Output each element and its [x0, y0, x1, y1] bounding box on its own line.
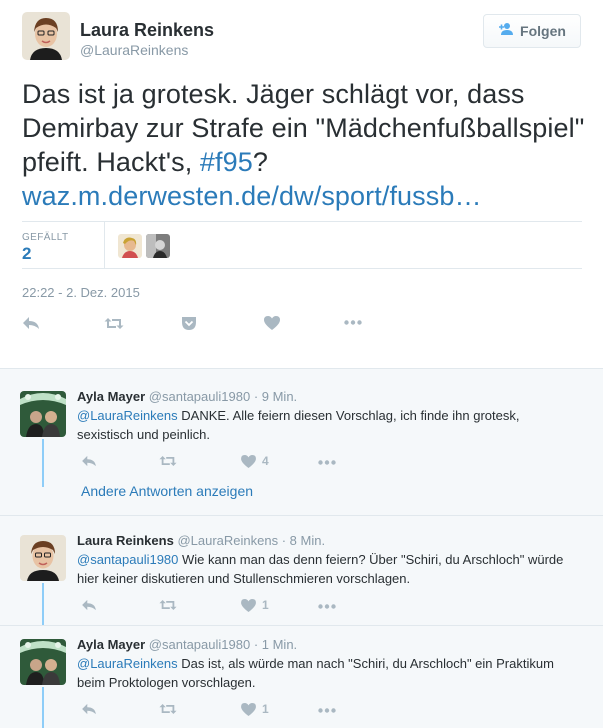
- follow-button[interactable]: Folgen: [483, 14, 581, 48]
- reply-avatar[interactable]: [20, 535, 66, 581]
- reply-icon: [82, 599, 96, 611]
- reply-header: Ayla Mayer @santapauli1980 · 1 Min.: [77, 637, 297, 652]
- more-button[interactable]: [344, 320, 362, 325]
- tweet-text: Das ist ja grotesk. Jäger schlägt vor, d…: [22, 77, 587, 213]
- reply-button[interactable]: [22, 316, 40, 330]
- follow-label: Folgen: [520, 23, 566, 39]
- author-avatar[interactable]: [22, 12, 70, 60]
- article-link[interactable]: waz.m.derwesten.de/dw/sport/fussb…: [22, 181, 482, 211]
- author-handle[interactable]: @LauraReinkens: [80, 42, 188, 58]
- more-icon: [318, 604, 336, 609]
- divider: [0, 515, 603, 516]
- more-icon: [344, 320, 362, 325]
- likes-count[interactable]: 2: [22, 244, 31, 264]
- reply-icon: [82, 703, 96, 715]
- thread-line: [42, 583, 44, 625]
- like-count: 4: [262, 454, 269, 468]
- divider: [22, 268, 582, 269]
- reply-author-handle[interactable]: @santapauli1980: [149, 637, 250, 652]
- reply-author-handle[interactable]: @LauraReinkens: [177, 533, 278, 548]
- reply-header: Laura Reinkens @LauraReinkens · 8 Min.: [77, 533, 325, 548]
- main-tweet: Laura Reinkens @LauraReinkens Folgen Das…: [0, 0, 603, 368]
- tweet-text-end: ?: [252, 147, 268, 177]
- more-button[interactable]: [318, 708, 336, 713]
- reply-text: @LauraReinkens DANKE. Alle feiern diesen…: [77, 406, 577, 444]
- reply-author-name[interactable]: Laura Reinkens: [77, 533, 174, 548]
- tweet-timestamp[interactable]: 22:22 - 2. Dez. 2015: [22, 285, 140, 300]
- reply-time[interactable]: · 8 Min.: [282, 533, 325, 548]
- reply-time[interactable]: · 1 Min.: [254, 637, 297, 652]
- reply-button[interactable]: [81, 599, 97, 611]
- mention-link[interactable]: @LauraReinkens: [77, 656, 178, 671]
- more-replies-link[interactable]: Andere Antworten anzeigen: [81, 483, 253, 499]
- author-name[interactable]: Laura Reinkens: [80, 20, 214, 41]
- pocket-button[interactable]: [181, 316, 197, 331]
- reply-icon: [23, 317, 39, 329]
- tweet-text-body: Das ist ja grotesk. Jäger schlägt vor, d…: [22, 79, 585, 177]
- pocket-icon: [182, 317, 196, 330]
- like-button[interactable]: 1: [241, 598, 269, 612]
- retweet-button[interactable]: [159, 599, 177, 611]
- reply-button[interactable]: [81, 703, 97, 715]
- divider: [104, 222, 105, 268]
- retweet-icon: [104, 318, 124, 329]
- reply-avatar[interactable]: [20, 639, 66, 685]
- like-count: 1: [262, 598, 269, 612]
- divider: [0, 625, 603, 626]
- liker-avatar[interactable]: [146, 234, 170, 258]
- reply-text: @santapauli1980 Wie kann man das denn fe…: [77, 550, 577, 588]
- more-icon: [318, 708, 336, 713]
- heart-icon: [241, 702, 256, 716]
- like-button[interactable]: [264, 316, 280, 330]
- tweet-stats: GEFÄLLT 2: [22, 222, 587, 268]
- retweet-button[interactable]: [159, 455, 177, 467]
- retweet-icon: [159, 456, 177, 466]
- likes-label: GEFÄLLT: [22, 232, 69, 243]
- replies-section: Ayla Mayer @santapauli1980 · 9 Min. @Lau…: [0, 368, 603, 728]
- retweet-button[interactable]: [159, 703, 177, 715]
- hashtag-link[interactable]: #f95: [200, 147, 253, 177]
- thread-line: [42, 439, 44, 487]
- mention-link[interactable]: @LauraReinkens: [77, 408, 178, 423]
- more-button[interactable]: [318, 604, 336, 609]
- heart-icon: [264, 316, 280, 330]
- like-button[interactable]: 1: [241, 702, 269, 716]
- like-count: 1: [262, 702, 269, 716]
- retweet-button[interactable]: [104, 317, 124, 330]
- reply-header: Ayla Mayer @santapauli1980 · 9 Min.: [77, 389, 297, 404]
- heart-icon: [241, 454, 256, 468]
- retweet-icon: [159, 704, 177, 714]
- mention-link[interactable]: @santapauli1980: [77, 552, 178, 567]
- liker-avatar[interactable]: [118, 234, 142, 258]
- thread-line: [42, 687, 44, 728]
- reply-avatar[interactable]: [20, 391, 66, 437]
- more-button[interactable]: [318, 460, 336, 465]
- more-icon: [318, 460, 336, 465]
- reply-text: @LauraReinkens Das ist, als würde man na…: [77, 654, 577, 692]
- add-user-icon: [498, 22, 514, 40]
- reply-button[interactable]: [81, 455, 97, 467]
- reply-time[interactable]: · 9 Min.: [254, 389, 297, 404]
- reply-author-name[interactable]: Ayla Mayer: [77, 389, 145, 404]
- heart-icon: [241, 598, 256, 612]
- retweet-icon: [159, 600, 177, 610]
- reply-icon: [82, 455, 96, 467]
- like-button[interactable]: 4: [241, 454, 269, 468]
- reply-author-name[interactable]: Ayla Mayer: [77, 637, 145, 652]
- reply-author-handle[interactable]: @santapauli1980: [149, 389, 250, 404]
